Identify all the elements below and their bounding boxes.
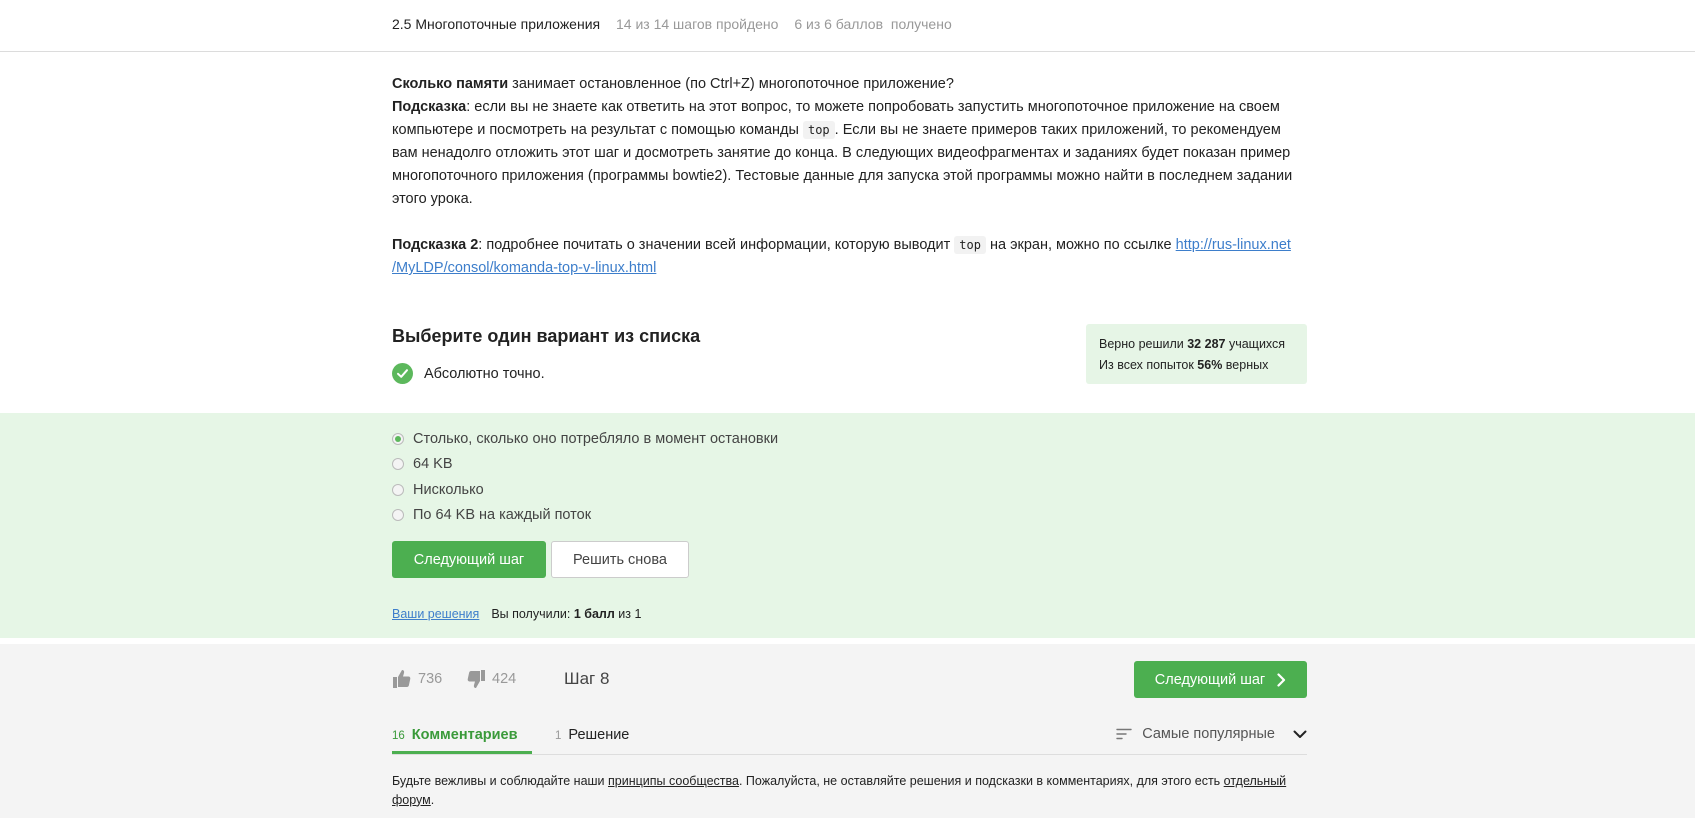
hint2-link-part2[interactable]: /MyLDP/consol/komanda-top-v-linux.html [392, 260, 656, 276]
option-1[interactable]: 64 KB [392, 452, 778, 478]
option-label: Столько, сколько оно потребляло в момент… [413, 430, 779, 447]
option-2[interactable]: Нисколько [392, 477, 778, 503]
stats-line-2: Из всех попыток 56% верных [1099, 355, 1294, 376]
thumbs-down-icon [467, 670, 485, 688]
like-button[interactable]: 736 [392, 669, 442, 689]
radio[interactable] [392, 483, 404, 496]
radio[interactable] [392, 509, 404, 522]
answer-area [0, 413, 1695, 638]
thumbs-up-icon [393, 670, 411, 688]
correct-text: Абсолютно точно. [424, 365, 545, 382]
lesson-header: 2.5 Многопоточные приложения 14 из 14 ша… [0, 0, 1695, 52]
options-list: Столько, сколько оно потребляло в момент… [392, 426, 778, 528]
check-circle-icon [392, 363, 413, 384]
tab-count: 16 [392, 730, 405, 742]
option-label: 64 KB [413, 456, 453, 473]
tab-count: 1 [555, 730, 562, 742]
tab-label: Комментариев [411, 727, 518, 743]
dislike-count: 424 [492, 671, 517, 687]
community-principles-link[interactable]: принципы сообщества [608, 774, 739, 788]
tab-solutions[interactable]: 1 Решение [555, 727, 629, 743]
hint1-code: top [802, 121, 835, 139]
dislike-button[interactable]: 424 [466, 669, 516, 689]
hint1-paragraph: Подсказка: если вы не знаете как ответит… [392, 96, 1307, 211]
stats-line1-prefix: Верно решили [1099, 337, 1188, 351]
rules-text-a: Будьте вежливы и соблюдайте наши [392, 774, 609, 788]
hint2-text-b: на экран, можно по ссылке [985, 237, 1176, 253]
lesson-title[interactable]: 2.5 Многопоточные приложения [392, 16, 600, 32]
solve-stats: Верно решили 32 287 учащихся Из всех поп… [1086, 324, 1307, 384]
next-step-footer-label: Следующий шаг [1154, 671, 1266, 688]
sort-icon [1116, 728, 1132, 740]
sort-label: Самые популярные [1142, 726, 1275, 742]
hint2-text-a: : подробнее почитать о значении всей инф… [478, 237, 955, 253]
tab-comments[interactable]: 16 Комментариев [392, 727, 518, 743]
hint2-label: Подсказка 2 [392, 237, 479, 253]
steps-progress: 14 из 14 шагов пройдено [616, 16, 779, 32]
retry-button[interactable]: Решить снова [551, 541, 689, 578]
question-bold: Сколько памяти [392, 76, 509, 92]
your-solutions-link[interactable]: Ваши решения [392, 607, 479, 621]
option-label: По 64 KB на каждый поток [413, 507, 592, 524]
stats-line1-suffix: учащихся [1225, 337, 1286, 351]
score-suffix: получено [890, 16, 952, 32]
chevron-down-icon [1293, 730, 1307, 738]
step-label: Шаг 8 [564, 669, 610, 688]
stats-line2-prefix: Из всех попыток [1099, 358, 1198, 372]
question-text: Сколько памяти занимает остановленное (п… [392, 73, 1307, 280]
radio[interactable] [392, 458, 404, 471]
hint2-paragraph: Подсказка 2: подробнее почитать о значен… [392, 234, 1307, 280]
hint2-code: top [954, 236, 986, 254]
option-0[interactable]: Столько, сколько оно потребляло в момент… [392, 426, 778, 452]
stats-correct-percent: 56% [1197, 358, 1223, 372]
score-progress: 6 из 6 баллов [794, 16, 884, 32]
option-3[interactable]: По 64 KB на каждый поток [392, 503, 778, 529]
stats-line2-suffix: верных [1222, 358, 1269, 372]
next-step-footer-button[interactable]: Следующий шаг [1134, 661, 1307, 698]
tab-label: Решение [568, 727, 630, 743]
hint2-link-part1[interactable]: http://rus-linux.net [1176, 237, 1291, 253]
chevron-right-icon [1277, 672, 1286, 687]
hint1-label: Подсказка [392, 99, 467, 115]
choice-title: Выберите один вариант из списка [392, 326, 701, 346]
result-prefix: Вы получили: [491, 607, 574, 621]
option-label: Нисколько [413, 481, 484, 498]
result-line: Ваши решения Вы получили: 1 балл из 1 [392, 607, 641, 621]
question-paragraph: Сколько памяти занимает остановленное (п… [392, 73, 1307, 96]
rules-text-b: . Пожалуйста, не оставляйте решения и по… [738, 774, 1224, 788]
rules-text-c: . [430, 792, 435, 807]
question-body: занимает остановленное (по Ctrl+Z) много… [508, 76, 954, 92]
community-rules: Будьте вежливы и соблюдайте наши принцип… [392, 772, 1307, 809]
active-tab-underline [392, 751, 532, 754]
next-step-button[interactable]: Следующий шаг [392, 541, 546, 578]
discussion-tabs: 16 Комментариев 1 Решение Самые популярн… [392, 723, 1307, 755]
radio-selected[interactable] [392, 432, 404, 445]
result-suffix: из 1 [614, 607, 642, 621]
like-count: 736 [418, 671, 443, 687]
correct-feedback: Абсолютно точно. [392, 363, 545, 384]
sort-dropdown[interactable]: Самые популярные [1116, 726, 1307, 742]
result-points: 1 балл [573, 607, 615, 621]
stats-line-1: Верно решили 32 287 учащихся [1099, 334, 1294, 355]
stats-solved-count: 32 287 [1187, 337, 1226, 351]
